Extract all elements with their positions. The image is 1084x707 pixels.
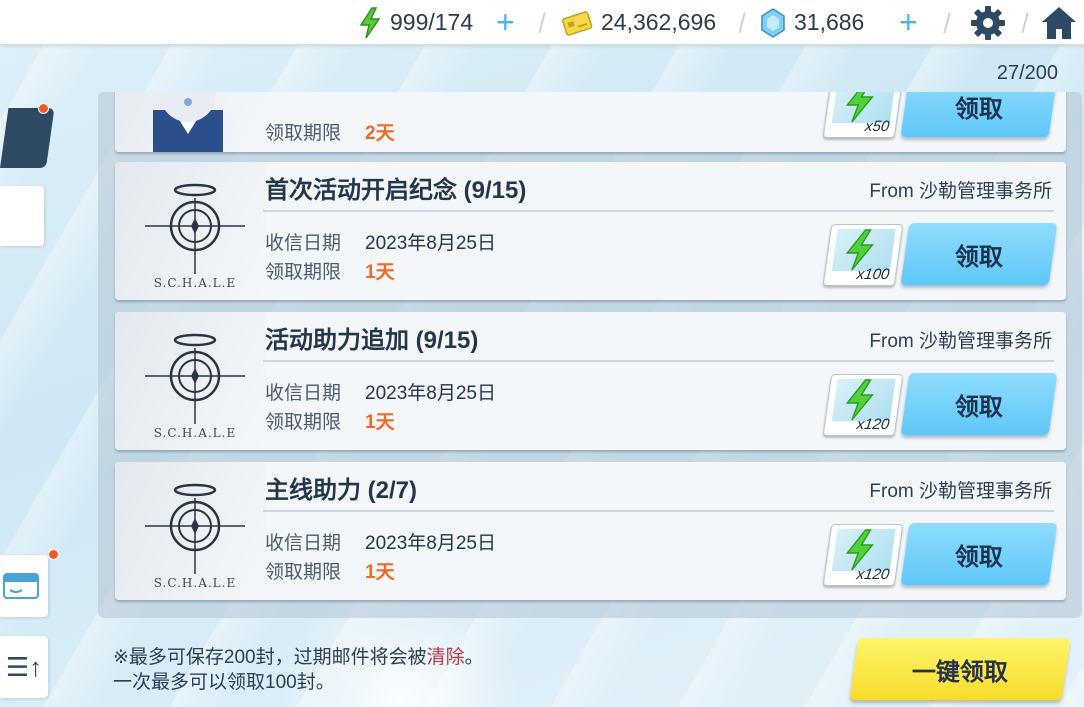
sort-icon: ☰↑ — [5, 651, 43, 682]
bolt-icon — [845, 379, 874, 421]
schale-logo-text: S.C.H.A.L.E — [153, 576, 237, 590]
expire-label: 领取期限 — [265, 262, 342, 283]
reward-quantity: x120 — [855, 566, 891, 583]
reward-item[interactable]: x120 — [822, 524, 904, 586]
gems-value: 31,686 — [794, 9, 865, 35]
mail-sender: From 沙勒管理事务所 — [869, 331, 1052, 352]
claim-button[interactable]: 领取 — [900, 92, 1058, 137]
mail-card[interactable]: S.C.H.A.L.E 首次活动开启纪念 (9/15) From 沙勒管理事务所… — [115, 162, 1066, 300]
mail-card: 领取期限 2天 x50 领取 — [115, 92, 1066, 152]
divider — [943, 13, 951, 33]
notice-dot — [38, 103, 49, 114]
mail-list[interactable]: 领取期限 2天 x50 领取 S.C.H.A.L.E 首次活动开启纪念 (9/1… — [98, 92, 1082, 618]
expire-value: 1天 — [365, 262, 395, 283]
claim-button[interactable]: 领取 — [900, 523, 1058, 585]
schale-logo-text: S.C.H.A.L.E — [153, 426, 237, 440]
notice-dot — [48, 549, 59, 560]
bolt-icon — [845, 529, 874, 571]
expire-value: 1天 — [365, 412, 395, 433]
divider — [1021, 13, 1029, 33]
mail-sender: From 沙勒管理事务所 — [869, 481, 1052, 502]
sort-button[interactable]: ☰↑ — [0, 636, 48, 698]
add-gems-button[interactable]: + — [899, 6, 918, 38]
tab-secondary[interactable] — [0, 186, 44, 246]
expire-label: 领取期限 — [265, 123, 342, 144]
reward-item[interactable]: x120 — [822, 374, 904, 436]
reward-item[interactable]: x100 — [822, 224, 904, 286]
bolt-icon — [359, 6, 381, 38]
mail-count: 27/200 — [996, 62, 1058, 84]
reward-quantity: x120 — [855, 416, 891, 433]
divider — [738, 13, 746, 33]
mail-notice: ※最多可保存200封，过期邮件将会被清除。 — [113, 647, 484, 668]
mail-title: 主线助力 (2/7) — [265, 477, 418, 504]
mail-card[interactable]: S.C.H.A.L.E 主线助力 (2/7) From 沙勒管理事务所 收信日期… — [115, 462, 1066, 600]
ticket-icon — [3, 573, 39, 599]
date-label: 收信日期 — [265, 383, 342, 404]
mail-card[interactable]: S.C.H.A.L.E 活动助力追加 (9/15) From 沙勒管理事务所 收… — [115, 312, 1066, 450]
claim-button[interactable]: 领取 — [900, 223, 1058, 285]
settings-gear-icon[interactable] — [969, 4, 1007, 42]
divider — [538, 13, 546, 33]
date-label: 收信日期 — [265, 233, 342, 254]
home-icon[interactable] — [1040, 4, 1078, 42]
credits-display: 24,362,696 — [561, 0, 716, 45]
expire-value: 2天 — [365, 123, 395, 144]
top-resource-bar: 999/174 + 24,362,696 31,686 + — [0, 0, 1084, 45]
date-label: 收信日期 — [265, 533, 342, 554]
divider — [263, 510, 1054, 512]
credits-value: 24,362,696 — [601, 9, 717, 35]
add-ap-button[interactable]: + — [496, 6, 515, 38]
mail-title: 活动助力追加 (9/15) — [265, 327, 479, 354]
mail-sender: From 沙勒管理事务所 — [869, 181, 1052, 202]
date-value: 2023年8月25日 — [365, 383, 496, 404]
tab-mail[interactable] — [0, 108, 55, 168]
reward-item[interactable]: x50 — [822, 92, 904, 138]
reward-quantity: x100 — [855, 266, 891, 283]
schale-logo-text: S.C.H.A.L.E — [153, 276, 237, 290]
expire-value: 1天 — [365, 562, 395, 583]
bolt-icon — [845, 229, 874, 271]
reward-quantity: x50 — [863, 118, 891, 135]
mail-title: 首次活动开启纪念 (9/15) — [265, 177, 527, 204]
date-value: 2023年8月25日 — [365, 533, 496, 554]
divider — [263, 210, 1054, 212]
credit-card-icon — [561, 10, 593, 36]
mail-notice-limit: 一次最多可以领取100封。 — [113, 672, 335, 693]
gems-display: 31,686 — [760, 0, 864, 45]
expire-label: 领取期限 — [265, 562, 342, 583]
gem-icon — [761, 7, 785, 38]
ap-value: 999/174 — [390, 9, 474, 35]
date-value: 2023年8月25日 — [365, 233, 496, 254]
claim-all-button[interactable]: 一键领取 — [849, 638, 1071, 700]
tab-ticket[interactable] — [0, 555, 48, 617]
claim-button[interactable]: 领取 — [900, 373, 1058, 435]
student-avatar-icon — [153, 92, 223, 152]
divider — [263, 360, 1054, 362]
ap-display: 999/174 — [358, 0, 473, 45]
expire-label: 领取期限 — [265, 412, 342, 433]
